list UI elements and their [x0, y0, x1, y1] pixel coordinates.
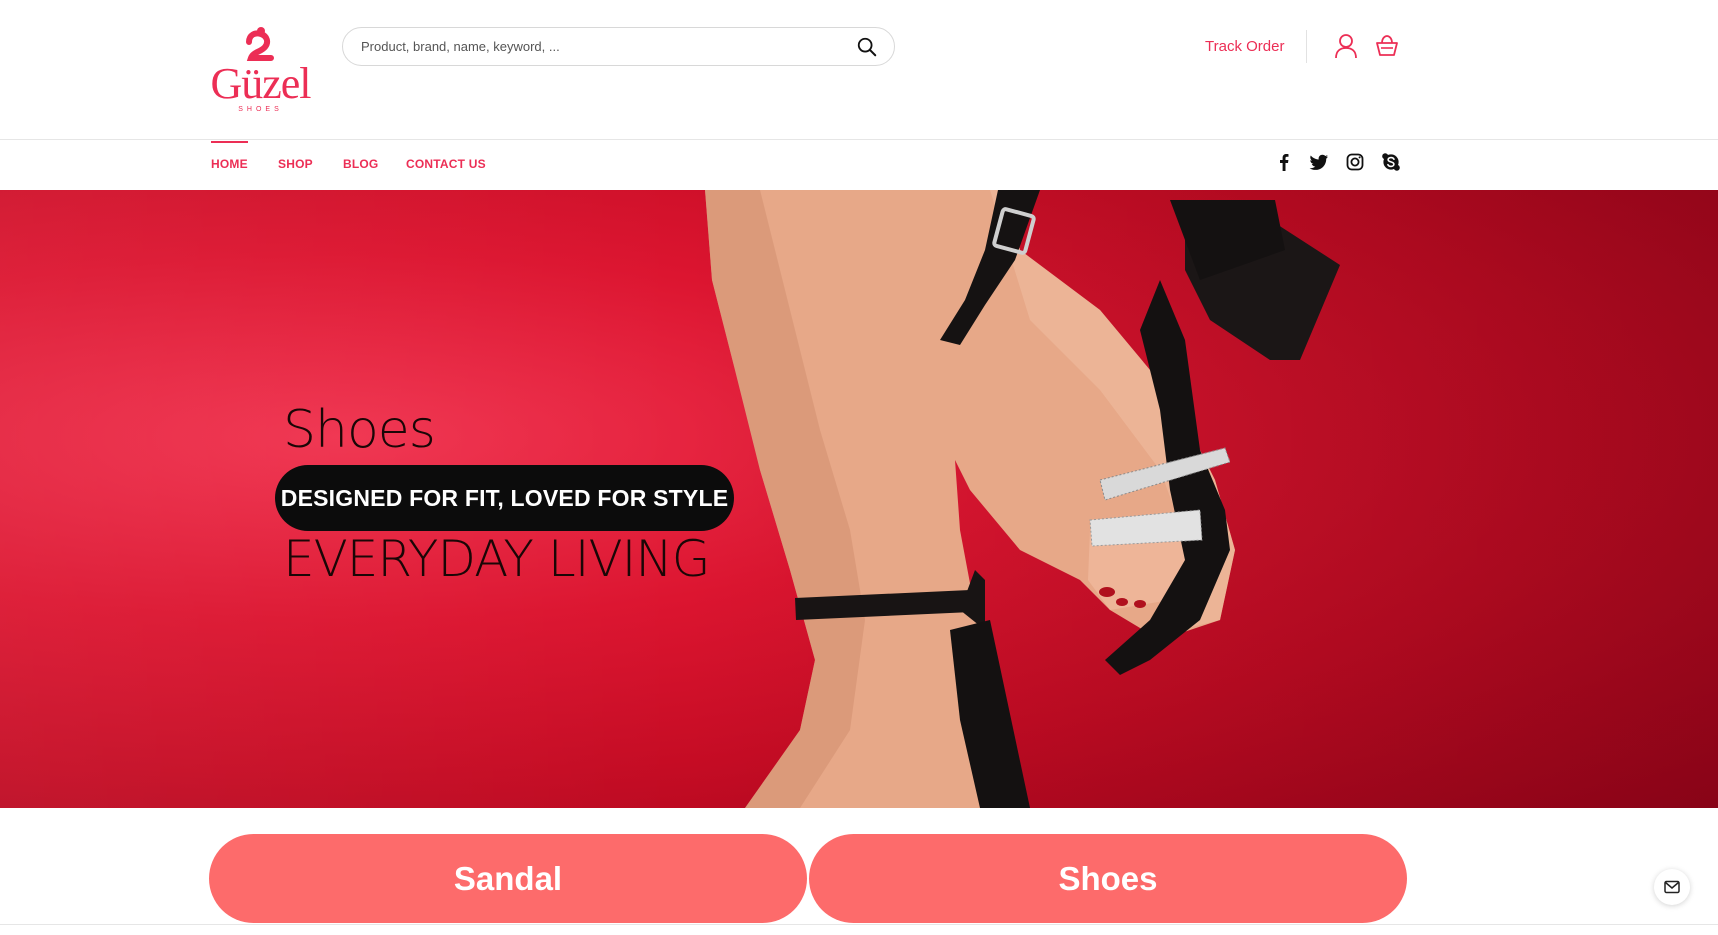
- nav-item-shop[interactable]: SHOP: [278, 157, 313, 171]
- nav-item-blog[interactable]: BLOG: [343, 157, 378, 171]
- twitter-icon[interactable]: [1309, 152, 1329, 172]
- facebook-icon[interactable]: [1274, 152, 1294, 172]
- instagram-icon[interactable]: [1345, 152, 1365, 172]
- track-order-link[interactable]: Track Order: [1205, 38, 1284, 55]
- hero-subtitle: EVERYDAY LIVING: [283, 530, 711, 588]
- section-divider: [0, 924, 1718, 925]
- search-bar: [342, 27, 895, 66]
- brand-logo[interactable]: Güzel SHOES: [203, 22, 318, 117]
- basket-icon[interactable]: [1375, 34, 1399, 58]
- logo-subtitle: SHOES: [238, 106, 283, 113]
- hero-sandal-image: [705, 190, 1340, 808]
- category-sandal-button[interactable]: Sandal: [209, 834, 807, 923]
- nav-active-indicator: [211, 141, 248, 143]
- hero-title: Shoes: [283, 400, 436, 460]
- skype-icon[interactable]: [1381, 152, 1401, 172]
- logo-wordmark: Güzel: [210, 59, 311, 108]
- nav-item-home[interactable]: HOME: [211, 157, 248, 171]
- site-header: Güzel SHOES Track Order: [0, 0, 1718, 140]
- category-shoes-button[interactable]: Shoes: [809, 834, 1407, 923]
- search-icon[interactable]: [856, 36, 878, 58]
- mail-icon: [1664, 880, 1680, 894]
- search-input[interactable]: [361, 28, 841, 65]
- nav-item-contact[interactable]: CONTACT US: [406, 157, 486, 171]
- user-icon[interactable]: [1334, 33, 1358, 59]
- main-nav: HOME SHOP BLOG CONTACT US: [0, 141, 1718, 189]
- hero-tagline-pill: DESIGNED FOR FIT, LOVED FOR STYLE: [275, 465, 734, 531]
- contact-mail-button[interactable]: [1654, 869, 1690, 905]
- header-divider: [1306, 30, 1307, 63]
- hero-banner[interactable]: Shoes DESIGNED FOR FIT, LOVED FOR STYLE …: [0, 190, 1718, 808]
